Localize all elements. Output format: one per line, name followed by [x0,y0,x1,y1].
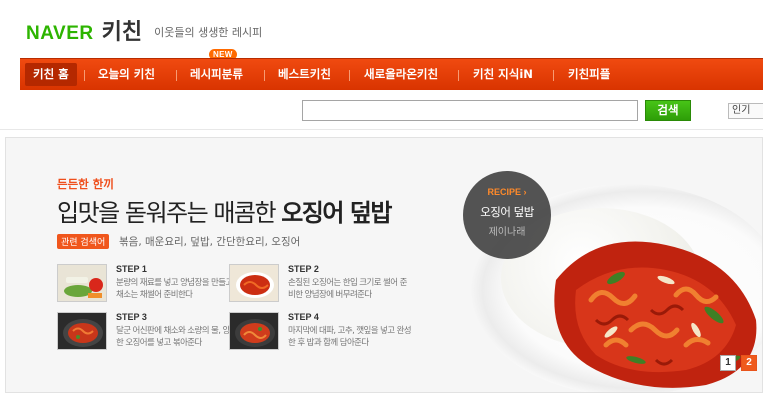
step-1-thumbnail [57,264,107,302]
step-4-title: STEP 4 [288,312,319,322]
nav-item-kitchen-people[interactable]: 키친피플 [568,59,610,90]
step-3-thumbnail [57,312,107,350]
step-2-title: STEP 2 [288,264,319,274]
nav-item-best-kitchen[interactable]: 베스트키친 [278,59,331,90]
tagline: 이웃들의 생생한 레시피 [154,26,263,39]
recipe-step-2[interactable]: STEP 2 손질된 오징어는 한입 크기로 썰어 준비한 양념장에 버무려준다 [229,264,407,306]
banner-headline[interactable]: 입맛을 돋워주는 매콤한 오징어 덮밥 [57,193,392,228]
nav-item-recipe-category[interactable]: 레시피분류 [190,59,243,90]
search-button[interactable]: 검색 [645,100,691,121]
step-2-thumbnail [229,264,279,302]
recipe-tag: RECIPE › [487,187,527,197]
nav-item-kitchen-home[interactable]: 키친 홈 [25,63,77,86]
popular-tab[interactable]: 인기 [728,103,763,119]
featured-recipe-banner[interactable]: 든든한 한끼 입맛을 돋워주는 매콤한 오징어 덮밥 관련 검색어 볶음, 매운… [5,137,763,393]
step-2-desc: 손질된 오징어는 한입 크기로 썰어 준비한 양념장에 버무려준다 [288,278,407,300]
nav-divider [553,70,554,81]
step-1-title: STEP 1 [116,264,147,274]
recipe-step-3[interactable]: STEP 3 달군 어신판에 채소와 소량의 물, 양념한 오징어를 넣고 볶아… [57,312,238,354]
step-1-desc: 분량의 재료를 넣고 양념장을 만들고, 채소는 채썰어 준비한다 [116,278,235,300]
recipe-step-1[interactable]: STEP 1 분량의 재료를 넣고 양념장을 만들고, 채소는 채썰어 준비한다 [57,264,235,306]
banner-label: 든든한 한끼 [57,177,114,191]
nav-item-new-kitchen[interactable]: 새로올라온키친 [364,59,438,90]
headline-dish: 오징어 덮밥 [281,199,392,227]
naver-brand[interactable]: NAVER [26,23,94,45]
main-nav: 키친 홈 오늘의 키친 레시피분류 베스트키친 새로올라온키친 키친 지식iN … [20,58,763,90]
recipe-dish-name: 오징어 덮밥 [480,205,534,219]
step-4-thumbnail [229,312,279,350]
nav-divider [176,70,177,81]
related-search-badge: 관련 검색어 [57,234,110,249]
naver-kitchen-logo[interactable]: NAVER 키친 이웃들의 생생한 레시피 [26,14,262,46]
nav-divider [264,70,265,81]
recipe-info-circle[interactable]: RECIPE › 오징어 덮밥 제이나래 [463,171,551,259]
step-4-desc: 마지막에 대파, 고추, 깻잎을 넣고 완성한 후 밥과 함께 담아준다 [288,326,412,348]
step-3-title: STEP 3 [116,312,147,322]
step-3-desc: 달군 어신판에 채소와 소량의 물, 양념한 오징어를 넣고 볶아준다 [116,326,238,348]
recipe-step-4[interactable]: STEP 4 마지막에 대파, 고추, 깻잎을 넣고 완성한 후 밥과 함께 담… [229,312,412,354]
nav-item-today-kitchen[interactable]: 오늘의 키친 [98,59,155,90]
nav-item-kitchen-knowledge[interactable]: 키친 지식iN [473,59,533,90]
headline-prefix: 입맛을 돋워주는 매콤한 [57,199,282,227]
nav-divider [349,70,350,81]
nav-divider [84,70,85,81]
search-bar: 검색 인기 [0,90,763,130]
related-keywords[interactable]: 볶음, 매운요리, 덮밥, 간단한요리, 오징어 [119,234,300,249]
recipe-author: 제이나래 [488,227,526,238]
kitchen-title[interactable]: 키친 [102,14,142,46]
banner-page-1[interactable]: 1 [720,355,736,371]
search-input[interactable] [302,100,638,121]
nav-divider [458,70,459,81]
banner-page-2[interactable]: 2 [741,355,757,371]
